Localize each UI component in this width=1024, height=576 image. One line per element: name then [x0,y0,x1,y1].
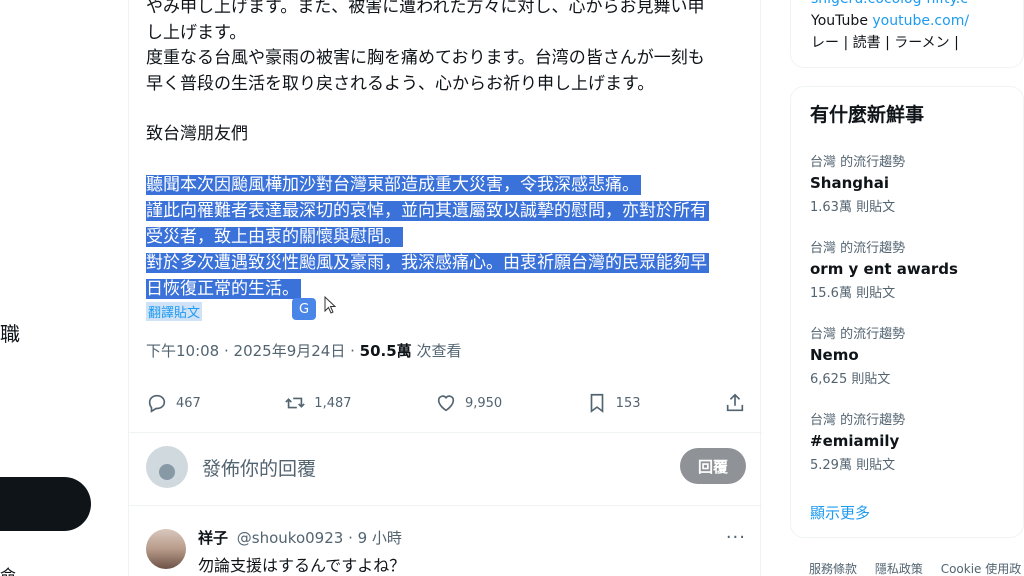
tweet-line: やみ申し上げます。また、被害に遭われた方々に対し、心からお見舞い申 [146,0,705,17]
translate-post-link[interactable]: 翻譯貼文 [146,302,203,321]
selected-line: 聽聞本次因颱風樺加沙對台灣東部造成重大災害，令我深感悲痛。 [146,175,641,195]
user-avatar[interactable] [146,446,188,488]
trend-name: orm y ent awards [810,260,958,278]
repost-count: 1,487 [314,395,352,411]
tweet-line: 度重なる台風や豪雨の被害に胸を痛めております。台湾の皆さんが一刻も [146,48,705,68]
trend-context: 台灣 的流行趨勢 [810,413,906,428]
tweet-actions: 467 1,487 9,950 153 [146,390,746,416]
trend-name: Nemo [810,346,859,364]
heart-icon [437,395,455,412]
trend-count: 6,625 則貼文 [810,372,891,387]
repost-action[interactable]: 1,487 [284,392,352,414]
trend-name: #emiamily [810,432,900,450]
commenter-handle[interactable]: @shouko0923 · 9 小時 [237,529,402,547]
trend-context: 台灣 的流行趨勢 [810,155,906,170]
bookmark-action[interactable]: 153 [586,392,641,414]
selected-line: 受災者，致上由衷的關懷與慰問。 [146,227,403,247]
bio-youtube-line: YouTube youtube.com/ [811,10,1003,32]
reply-input[interactable]: 發佈你的回覆 [202,454,316,481]
left-nav-edge: 職 命 [0,0,128,576]
mouse-cursor-icon [324,296,336,314]
trend-count: 15.6萬 則貼文 [810,286,896,301]
trend-count: 1.63萬 則貼文 [810,200,896,215]
comment-header: 祥子 @shouko0923 · 9 小時 [198,527,402,548]
trend-item[interactable]: 台灣 的流行趨勢 Nemo 6,625 則貼文 [810,323,1010,387]
trends-title: 有什麼新鮮事 [810,104,925,126]
trend-context: 台灣 的流行趨勢 [810,327,906,342]
like-action[interactable]: 9,950 [435,392,502,414]
share-action[interactable] [724,392,746,414]
tweet-selected-text[interactable]: 聽聞本次因颱風樺加沙對台灣東部造成重大災害，令我深感悲痛。 謹此向罹難者表達最深… [146,172,709,302]
bookmark-count: 153 [615,395,641,411]
google-translate-icon[interactable]: G [292,298,316,320]
trend-name: Shanghai [810,174,889,192]
left-nav-cut-label-bottom: 命 [0,566,17,576]
footer-link[interactable]: Cookie 使用政 [941,562,1022,576]
trends-panel: 有什麼新鮮事 台灣 的流行趨勢 Shanghai 1.63萬 則貼文 台灣 的流… [790,86,1024,538]
tweet-line: 致台灣朋友們 [146,124,248,144]
commenter-name[interactable]: 祥子 [198,529,228,547]
tweet-jp-paragraph-1: やみ申し上げます。また、被害に遭われた方々に対し、心からお見舞い申 し上げます。 [146,0,746,46]
selected-line: 日恢復正常的生活。 [146,279,301,299]
bio-link[interactable]: shigeru.cocolog-nifty.c [811,0,1003,10]
tweet-line: 早く普段の生活を取り戻されるよう、心からお祈り申し上げます。 [146,74,655,94]
views-label: 次查看 [411,342,462,360]
selected-line: 對於多次遭遇致災性颱風及豪雨，我深感痛心。由衷祈願台灣的民眾能夠早 [146,253,709,273]
trend-context: 台灣 的流行趨勢 [810,241,906,256]
trend-count: 5.29萬 則貼文 [810,458,896,473]
reply-action[interactable]: 467 [146,392,201,414]
footer-link[interactable]: 服務條款 [809,562,857,576]
tweet-greeting: 致台灣朋友們 [146,121,746,147]
avatar-head-shape [159,464,175,480]
footer-link[interactable]: 隱私政策 [875,562,923,576]
selected-line: 謹此向罹難者表達最深切的哀悼，並向其遺屬致以誠摯的慰問，亦對於所有 [146,201,709,221]
bio-tags: レー | 読書 | ラーメン | [811,35,959,51]
profile-bio-card: shigeru.cocolog-nifty.c YouTube youtube.… [790,0,1024,68]
trend-item[interactable]: 台灣 的流行趨勢 Shanghai 1.63萬 則貼文 [810,151,1010,215]
bio-youtube-link[interactable]: youtube.com/ [872,13,969,29]
tweet-meta: 下午10:08 · 2025年9月24日 · 50.5萬 次查看 [146,340,461,361]
commenter-avatar[interactable] [146,529,186,569]
footer-links: 服務條款 隱私政策 Cookie 使用政 [809,560,1024,576]
tweet-jp-paragraph-2: 度重なる台風や豪雨の被害に胸を痛めております。台湾の皆さんが一刻も 早く普段の生… [146,45,746,97]
views-count: 50.5萬 [359,342,412,360]
trend-item[interactable]: 台灣 的流行趨勢 orm y ent awards 15.6萬 則貼文 [810,237,1010,301]
reply-composer: 發佈你的回覆 回覆 [146,445,746,489]
post-button[interactable] [0,477,91,531]
trend-item[interactable]: 台灣 的流行趨勢 #emiamily 5.29萬 則貼文 [810,409,1010,473]
reply-button[interactable]: 回覆 [680,448,746,484]
bio-youtube-label: YouTube [811,13,873,29]
repost-icon [285,397,306,409]
right-sidebar: shigeru.cocolog-nifty.c YouTube youtube.… [790,0,1024,576]
bookmark-icon [590,393,603,413]
show-more-link[interactable]: 顯示更多 [810,502,870,523]
tweet-timestamp[interactable]: 下午10:08 · 2025年9月24日 · [146,342,360,360]
main-timeline: やみ申し上げます。また、被害に遭われた方々に対し、心からお見舞い申 し上げます。… [128,0,762,576]
divider [129,432,762,433]
comment-text: 勿論支援はするんですよね？ [198,556,406,575]
tweet-line: し上げます。 [146,23,247,43]
divider [129,505,762,506]
share-icon [726,393,744,412]
more-options-icon[interactable]: ··· [726,527,746,548]
left-nav-cut-label: 職 [0,322,20,346]
reply-icon [148,394,166,413]
translate-row: 翻譯貼文 G [146,296,336,321]
like-count: 9,950 [464,395,503,411]
reply-count: 467 [176,395,201,411]
